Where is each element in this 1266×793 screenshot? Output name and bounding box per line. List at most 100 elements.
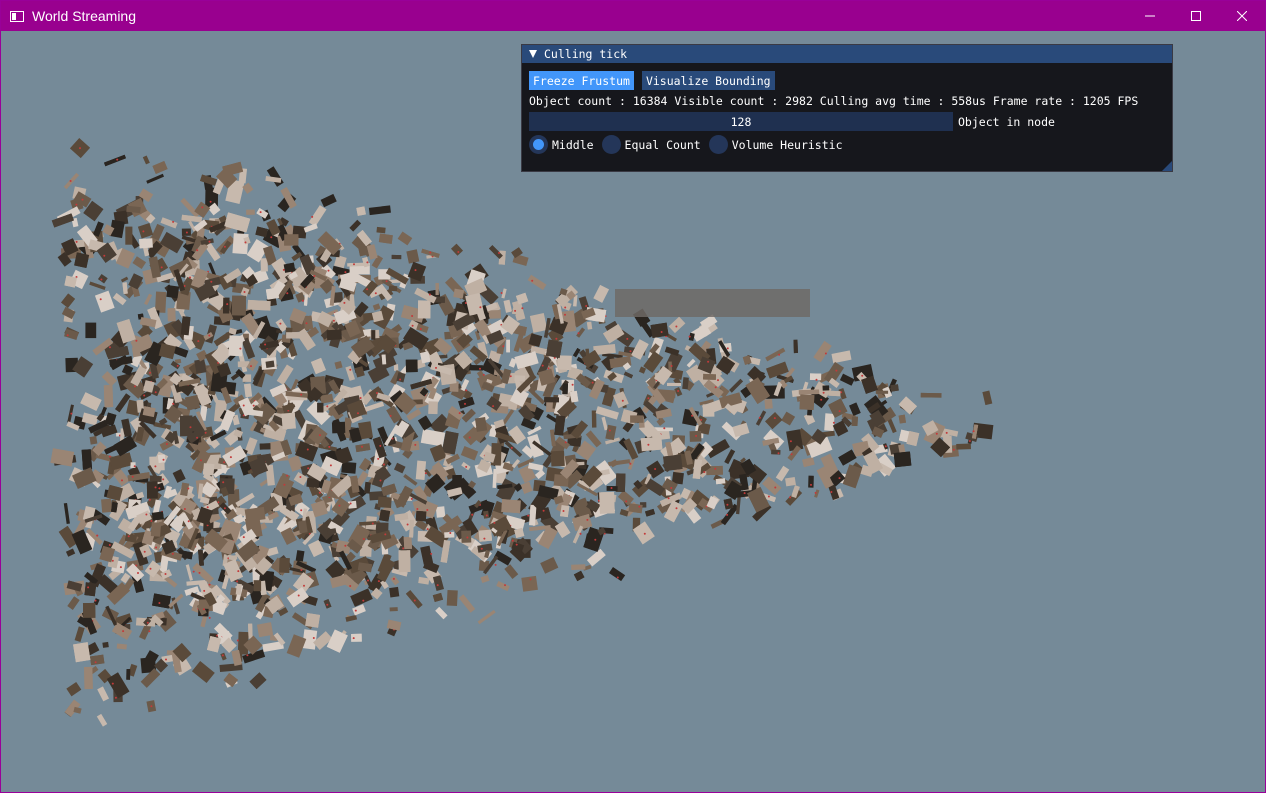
radio-middle[interactable]: Middle	[529, 135, 594, 154]
debris-cloud	[50, 138, 994, 727]
radio-button[interactable]	[529, 135, 548, 154]
debris-piece	[146, 173, 165, 184]
debris-piece	[355, 443, 371, 453]
radio-button[interactable]	[601, 135, 621, 154]
debris-detail	[300, 509, 303, 512]
panel-title-bar[interactable]: Culling tick	[522, 45, 1172, 63]
title-bar[interactable]: World Streaming	[1, 1, 1265, 31]
debris-piece	[474, 416, 488, 432]
debris-detail	[424, 472, 427, 475]
debris-piece	[248, 623, 253, 639]
debris-detail	[283, 483, 286, 486]
debris-detail	[379, 444, 382, 447]
radio-equal-count[interactable]: Equal Count	[601, 135, 701, 154]
button-row: Freeze Frustum Visualize Bounding	[529, 71, 775, 90]
maximize-button[interactable]	[1173, 1, 1219, 31]
debris-detail	[208, 583, 211, 586]
debris-piece	[405, 359, 418, 373]
debris-detail	[579, 532, 582, 535]
debris-piece	[755, 410, 767, 426]
debris-piece	[831, 350, 852, 364]
debris-detail	[429, 251, 432, 254]
minimize-button[interactable]	[1127, 1, 1173, 31]
debris-piece	[151, 511, 164, 521]
debris-piece	[308, 539, 325, 558]
debris-piece	[397, 231, 413, 246]
debris-piece	[514, 351, 539, 370]
debris-detail	[647, 443, 650, 446]
debris-piece	[435, 606, 448, 620]
debris-detail	[209, 200, 212, 203]
debris-detail	[222, 481, 225, 484]
debris-detail	[414, 443, 417, 446]
resize-grip-icon[interactable]	[1162, 161, 1172, 171]
debris-piece	[101, 498, 112, 513]
debris-detail	[297, 594, 300, 597]
debris-detail	[389, 414, 392, 417]
radio-volume-heuristic[interactable]: Volume Heuristic	[708, 135, 843, 154]
debris-piece	[185, 564, 193, 581]
debris-detail	[777, 452, 780, 455]
debris-detail	[172, 220, 175, 223]
debris-piece	[550, 450, 565, 467]
debris-piece	[403, 536, 413, 550]
debris-piece	[97, 273, 108, 284]
debris-piece	[372, 303, 381, 311]
debris-detail	[531, 279, 534, 282]
debris-detail	[96, 534, 99, 537]
debris-detail	[146, 621, 149, 624]
culling-panel[interactable]: Culling tick Freeze Frustum Visualize Bo…	[521, 44, 1173, 172]
debris-detail	[594, 538, 597, 541]
debris-detail	[703, 471, 706, 473]
debris-detail	[192, 570, 195, 573]
close-icon	[1237, 11, 1247, 21]
debris-detail	[643, 532, 646, 535]
debris-detail	[379, 479, 382, 482]
debris-piece	[317, 402, 324, 413]
debris-piece	[308, 205, 327, 227]
debris-detail	[515, 543, 518, 546]
debris-detail	[586, 518, 589, 521]
object-in-node-slider[interactable]: 128	[529, 112, 953, 131]
debris-piece	[132, 256, 147, 270]
debris-piece	[84, 582, 97, 597]
radio-button[interactable]	[708, 135, 728, 154]
debris-piece	[103, 385, 114, 408]
slider-row: 128 Object in node	[529, 112, 1055, 131]
debris-detail	[114, 696, 117, 699]
debris-detail	[660, 331, 663, 333]
debris-detail	[366, 261, 369, 264]
visualize-bounding-button[interactable]: Visualize Bounding	[641, 71, 775, 90]
debris-piece	[640, 436, 663, 452]
collapse-arrow-icon[interactable]	[529, 50, 537, 58]
debris-piece	[529, 313, 548, 333]
debris-piece	[554, 415, 566, 436]
debris-detail	[143, 394, 146, 397]
debris-piece	[102, 641, 109, 648]
debris-detail	[616, 576, 619, 579]
debris-detail	[510, 446, 513, 449]
debris-detail	[131, 475, 134, 478]
debris-piece	[351, 633, 362, 642]
debris-piece	[303, 223, 318, 233]
debris-detail	[305, 322, 308, 325]
close-button[interactable]	[1219, 1, 1265, 31]
debris-detail	[359, 397, 362, 399]
debris-piece	[417, 300, 431, 319]
debris-detail	[155, 546, 158, 549]
window-icon	[10, 10, 24, 22]
debris-detail	[242, 404, 245, 407]
debris-detail	[428, 293, 431, 296]
debris-detail	[663, 427, 666, 430]
freeze-frustum-button[interactable]: Freeze Frustum	[529, 71, 634, 90]
debris-detail	[108, 455, 111, 458]
debris-piece	[560, 504, 570, 518]
debris-detail	[952, 448, 955, 451]
debris-detail	[830, 491, 833, 493]
debris-piece	[125, 226, 133, 245]
debris-piece	[154, 291, 167, 313]
debris-detail	[767, 495, 770, 498]
debris-detail	[162, 478, 165, 481]
debris-piece	[703, 373, 716, 380]
debris-piece	[432, 592, 444, 603]
